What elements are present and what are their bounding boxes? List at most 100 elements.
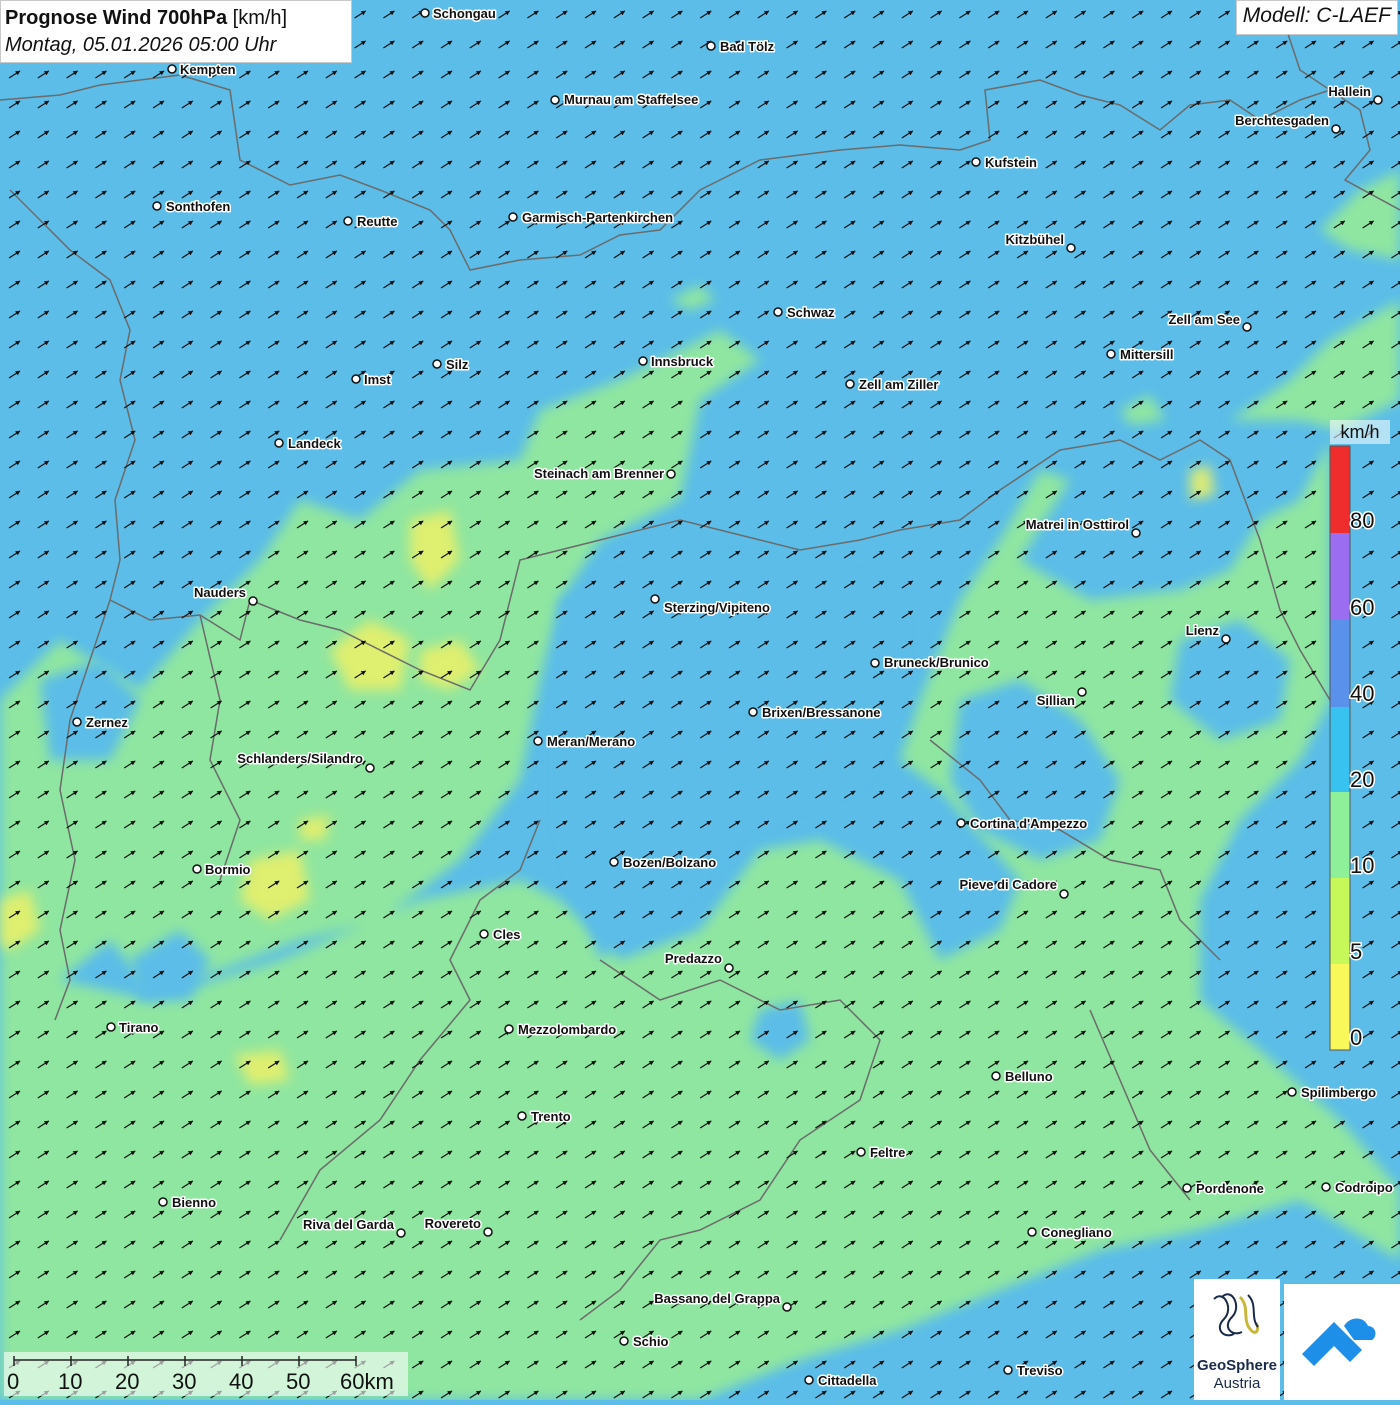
app-logo [1284,1284,1400,1400]
city-label: Cittadella [818,1373,877,1388]
city-label: Predazzo [665,951,722,966]
city-dot [1242,322,1252,332]
legend-tick-80: 80 [1350,508,1374,533]
city-label: Zell am Ziller [859,377,938,392]
scale-label-20: 20 [115,1369,140,1394]
city-label: Hallein [1328,84,1371,99]
city-dot [248,596,258,606]
city-label: Bassano del Grappa [654,1291,780,1306]
geosphere-austria-logo: GeoSphere Austria [1194,1279,1280,1400]
city-dot [706,41,716,51]
city-dot [365,763,375,773]
scale-label-30: 30 [172,1369,197,1394]
city-dot [956,818,966,828]
city-marker: Meran/Merano [533,733,637,751]
city-marker: Mezzolombardo [504,1021,618,1039]
city-marker: Brixen/Bressanone [748,704,882,722]
city-label: Garmisch-Partenkirchen [522,210,673,225]
city-dot [420,8,430,18]
city-label: Bormio [205,862,251,877]
city-dot [167,64,177,74]
city-dot [1287,1087,1297,1097]
city-label: Codroipo [1335,1180,1393,1195]
city-marker: Garmisch-Partenkirchen [508,209,675,227]
city-dot [479,929,489,939]
city-dot [1059,889,1069,899]
legend-unit-label: km/h [1330,420,1390,444]
city-dot [152,201,162,211]
city-label: Bruneck/Brunico [884,655,989,670]
city-dot [533,736,543,746]
city-dot [971,157,981,167]
city-label: Sonthofen [166,199,230,214]
city-marker: Spilimbergo [1287,1084,1378,1102]
city-dot [804,1375,814,1385]
city-dot [1182,1183,1192,1193]
map-title: Prognose Wind 700hPa [km/h] [5,4,347,32]
scale-label-40: 40 [229,1369,254,1394]
city-label: Kitzbühel [1006,232,1065,247]
title-panel: Prognose Wind 700hPa [km/h] Montag, 05.0… [0,0,352,63]
city-marker: Conegliano [1027,1224,1113,1242]
city-label: Spilimbergo [1301,1085,1376,1100]
city-dot [1331,124,1341,134]
geosphere-logo-line2: Austria [1213,1375,1261,1392]
city-dot [845,379,855,389]
city-label: Zernez [86,715,128,730]
geosphere-logo-line1: GeoSphere [1196,1357,1278,1374]
city-label: Schwaz [787,305,835,320]
city-label: Trento [531,1109,571,1124]
geosphere-emblem-icon [1213,1293,1260,1337]
city-dot [856,1147,866,1157]
city-dot [517,1111,527,1121]
city-dot [274,438,284,448]
city-label: Schlanders/Silandro [237,751,363,766]
city-label: Pordenone [1196,1181,1264,1196]
city-label: Murnau am Staffelsee [564,92,698,107]
legend-bar-4 [1330,792,1350,878]
city-dot [351,374,361,384]
city-dot [748,707,758,717]
city-dot [870,658,880,668]
city-dot [396,1228,406,1238]
city-dot [158,1197,168,1207]
city-dot [192,864,202,874]
legend-tick-5: 5 [1350,939,1362,964]
city-marker: Pordenone [1182,1180,1265,1198]
city-label: Imst [364,372,391,387]
city-dot [504,1024,514,1034]
city-marker: Bozen/Bolzano [609,854,718,872]
city-marker: Schongau [420,5,497,23]
city-label: Berchtesgaden [1235,113,1329,128]
legend-bar-5 [1330,878,1350,964]
legend-bar-1 [1330,533,1350,620]
map-title-text: Prognose Wind 700hPa [5,7,228,29]
city-label: Reutte [357,214,397,229]
city-label: Kempten [180,62,236,77]
city-label: Tirano [119,1020,159,1035]
city-label: Lienz [1186,623,1220,638]
wind-forecast-map: Schongau Bad Tölz Kempten Murnau am Staffel… [0,0,1400,1400]
city-label: Zell am See [1168,312,1240,327]
scale-label-50: 50 [286,1369,311,1394]
city-dot [609,857,619,867]
city-dot [550,95,560,105]
city-label: Bienno [172,1195,216,1210]
city-marker: Steinach am Brenner [532,465,676,483]
city-dot [483,1227,493,1237]
legend-tick-60: 60 [1350,595,1374,620]
city-label: Matrei in Osttirol [1026,517,1129,532]
legend-bar-2 [1330,620,1350,707]
city-label: Sillian [1037,693,1075,708]
legend-tick-10: 10 [1350,853,1374,878]
city-dot [638,356,648,366]
forecast-datetime: Montag, 05.01.2026 05:00 Uhr [5,34,277,56]
city-dot [106,1022,116,1032]
model-label: Modell: C-LAEF [1235,0,1398,35]
city-label: Schongau [433,6,496,21]
city-dot [991,1071,1001,1081]
city-label: Feltre [870,1145,905,1160]
city-label: Belluno [1005,1069,1053,1084]
city-label: Sterzing/Vipiteno [664,600,770,615]
city-label: Rovereto [425,1216,481,1231]
